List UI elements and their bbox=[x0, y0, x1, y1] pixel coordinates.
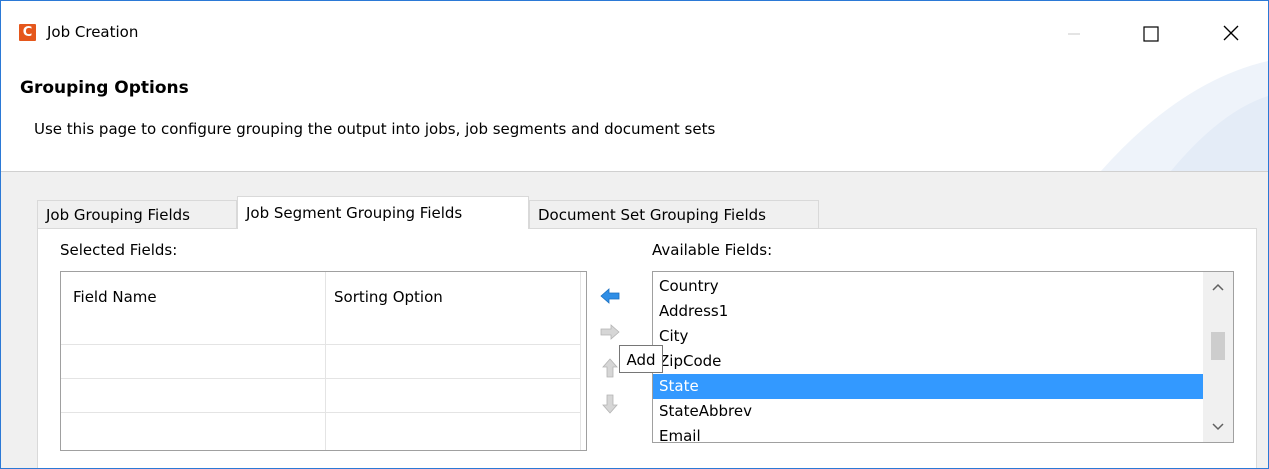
column-header-field-name[interactable]: Field Name bbox=[73, 288, 157, 306]
available-fields-label: Available Fields: bbox=[652, 241, 773, 259]
tab-job-grouping-fields[interactable]: Job Grouping Fields bbox=[37, 200, 237, 228]
app-logo-icon: C bbox=[19, 24, 36, 41]
scroll-down-icon[interactable] bbox=[1203, 412, 1233, 442]
content-area: Job Grouping Fields Job Segment Grouping… bbox=[1, 171, 1268, 468]
list-item-zipcode[interactable]: ZipCode bbox=[653, 349, 1203, 374]
selected-fields-label: Selected Fields: bbox=[60, 241, 178, 259]
list-item-state[interactable]: State bbox=[653, 374, 1203, 399]
column-header-sorting-option[interactable]: Sorting Option bbox=[334, 288, 443, 306]
add-tooltip: Add bbox=[619, 345, 663, 373]
arrow-right-icon[interactable] bbox=[598, 321, 622, 343]
maximize-icon[interactable] bbox=[1131, 19, 1171, 47]
window-title: Job Creation bbox=[47, 23, 139, 41]
job-creation-window: C Job Creation Grouping Options Use this… bbox=[0, 0, 1269, 469]
page-header: Grouping Options Use this page to config… bbox=[1, 61, 1268, 171]
vertical-scrollbar[interactable] bbox=[1203, 272, 1233, 442]
list-item-email[interactable]: Email bbox=[653, 424, 1203, 442]
minimize-icon[interactable] bbox=[1054, 19, 1094, 47]
available-fields-list[interactable]: Country Address1 City ZipCode State Stat… bbox=[652, 271, 1234, 443]
tab-job-segment-grouping-fields[interactable]: Job Segment Grouping Fields bbox=[237, 196, 529, 229]
arrow-left-icon[interactable] bbox=[598, 285, 622, 307]
page-title: Grouping Options bbox=[20, 78, 189, 98]
column-divider bbox=[580, 272, 581, 450]
selected-fields-table[interactable]: Field Name Sorting Option bbox=[60, 271, 587, 451]
table-row bbox=[61, 378, 580, 379]
scrollbar-thumb[interactable] bbox=[1211, 332, 1225, 360]
list-item-address1[interactable]: Address1 bbox=[653, 299, 1203, 324]
table-row bbox=[61, 412, 580, 413]
page-description: Use this page to configure grouping the … bbox=[34, 120, 716, 138]
list-item-country[interactable]: Country bbox=[653, 274, 1203, 299]
table-row bbox=[61, 344, 580, 345]
list-item-city[interactable]: City bbox=[653, 324, 1203, 349]
list-item-stateabbrev[interactable]: StateAbbrev bbox=[653, 399, 1203, 424]
scroll-up-icon[interactable] bbox=[1203, 272, 1233, 302]
tab-document-set-grouping-fields[interactable]: Document Set Grouping Fields bbox=[529, 200, 819, 228]
title-bar: C Job Creation bbox=[1, 1, 1268, 42]
decorative-swoosh bbox=[1101, 61, 1268, 171]
arrow-down-icon[interactable] bbox=[598, 393, 622, 415]
tab-panel: Selected Fields: Available Fields: Field… bbox=[37, 228, 1257, 468]
column-divider bbox=[325, 272, 326, 450]
close-icon[interactable] bbox=[1211, 19, 1251, 47]
